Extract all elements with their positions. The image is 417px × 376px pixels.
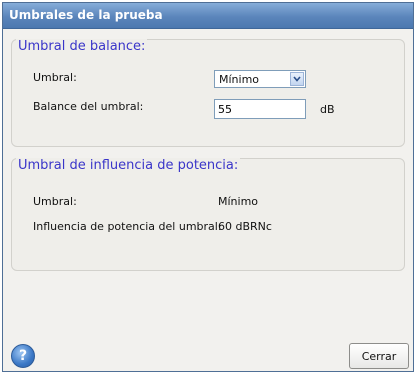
umbral-label: Umbral: bbox=[33, 71, 77, 84]
balance-group-title: Umbral de balance: bbox=[16, 39, 148, 54]
balance-threshold-label: Balance del umbral: bbox=[33, 100, 144, 113]
balance-threshold-group: Umbral de balance: Umbral: Mínimo Balanc… bbox=[11, 39, 405, 147]
question-mark-icon: ? bbox=[18, 348, 28, 364]
umbral-select-value: Mínimo bbox=[219, 73, 260, 86]
power-influence-value: 60 dBRNc bbox=[218, 220, 272, 233]
power-influence-group: Umbral de influencia de potencia: Umbral… bbox=[11, 158, 405, 271]
close-button[interactable]: Cerrar bbox=[349, 343, 409, 369]
help-button[interactable]: ? bbox=[11, 344, 35, 368]
power-umbral-value: Mínimo bbox=[218, 195, 259, 208]
chevron-down-icon[interactable] bbox=[290, 72, 304, 86]
power-umbral-label: Umbral: bbox=[33, 195, 77, 208]
balance-unit-label: dB bbox=[320, 103, 335, 116]
power-influence-label: Influencia de potencia del umbral: bbox=[33, 220, 222, 233]
dialog-title: Umbrales de la prueba bbox=[9, 8, 163, 22]
power-group-title: Umbral de influencia de potencia: bbox=[16, 158, 241, 173]
balance-threshold-input[interactable] bbox=[214, 99, 306, 119]
umbral-select[interactable]: Mínimo bbox=[214, 70, 306, 88]
title-bar: Umbrales de la prueba bbox=[3, 3, 413, 29]
thresholds-dialog: Umbrales de la prueba Umbral de balance:… bbox=[2, 2, 414, 372]
